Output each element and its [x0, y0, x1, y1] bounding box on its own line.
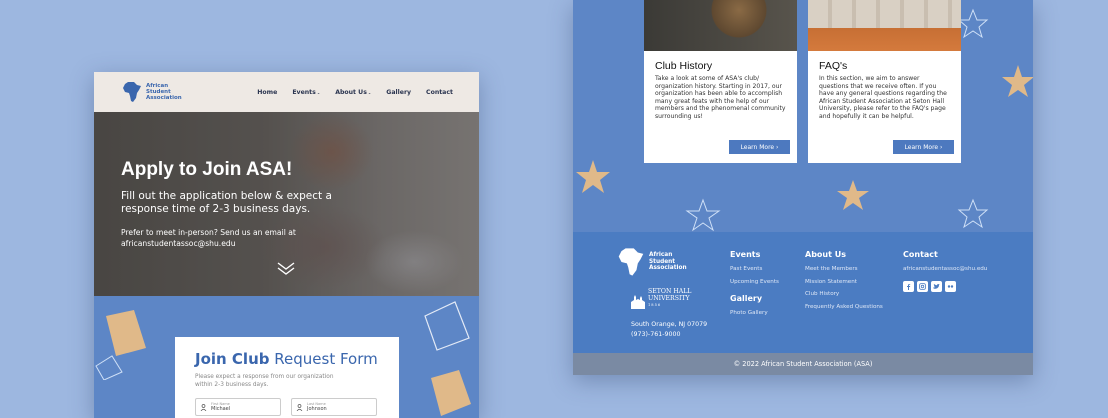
footer-col-events: Events Past Events Upcoming Events Galle…: [730, 250, 779, 320]
nav-home[interactable]: Home: [257, 89, 277, 96]
hero-subtitle: Fill out the application below & expect …: [121, 190, 332, 215]
footer-logo-text: African Student Association: [649, 252, 687, 272]
last-name-field[interactable]: Last Name Johnson: [291, 398, 377, 416]
nav-contact[interactable]: Contact: [426, 89, 453, 96]
building-icon: [631, 294, 645, 309]
logo-text: African Student Association: [146, 83, 182, 101]
footer-col-contact: Contact africanstudentassoc@shu.edu: [903, 250, 987, 292]
double-chevron-down-icon[interactable]: [277, 262, 295, 276]
site-footer: African Student Association SETON HALL U…: [573, 232, 1033, 353]
footer-heading: About Us: [805, 250, 846, 259]
instagram-icon[interactable]: [917, 280, 928, 292]
paper-shape-decoration: [95, 310, 146, 380]
copyright-bar: © 2022 African Student Association (ASA): [573, 353, 1033, 375]
footer-address: South Orange, NJ 07079 (973)-761-9000: [631, 320, 707, 340]
classroom-image: [808, 0, 961, 51]
address-line: South Orange, NJ 07079: [631, 321, 708, 328]
footer-heading: Gallery: [730, 294, 763, 304]
seton-hall-logo: SETON HALL UNIVERSITY 1856: [630, 288, 696, 309]
top-nav: African Student Association Home Events⌄…: [94, 72, 479, 112]
phone-line: (973)-761-9000: [631, 331, 681, 338]
field-value: Michael: [211, 406, 231, 412]
site-logo[interactable]: African Student Association: [122, 81, 186, 103]
club-history-card: Club History Take a look at some of ASA'…: [644, 0, 797, 163]
hero-title: Apply to Join ASA!: [121, 159, 293, 180]
footer-heading: Contact: [903, 250, 938, 259]
card-text: Take a look at some of ASA's club/ organ…: [655, 75, 786, 120]
person-icon: [296, 403, 303, 411]
hero-note: Prefer to meet in-person? Send us an ema…: [121, 228, 296, 248]
nav-links: Home Events⌄ About Us⌄ Gallery Contact: [257, 72, 453, 112]
form-description: Please expect a response from our organi…: [195, 374, 334, 388]
chevron-down-icon: ⌄: [367, 89, 372, 95]
footer-email[interactable]: africanstudentassoc@shu.edu: [903, 263, 987, 276]
footer-link[interactable]: Meet the Members: [805, 263, 883, 276]
twitter-icon[interactable]: [931, 280, 942, 292]
card-title: Club History: [655, 60, 713, 72]
join-request-form: Join Club Request Form Please expect a r…: [175, 337, 399, 418]
home-page-mockup: Club History Take a look at some of ASA'…: [573, 0, 1033, 375]
footer-logo[interactable]: African Student Association: [617, 247, 697, 277]
learn-more-button[interactable]: Learn More ›: [729, 140, 790, 154]
chevron-down-icon: ⌄: [316, 89, 321, 95]
nav-gallery[interactable]: Gallery: [386, 89, 411, 96]
footer-link[interactable]: Mission Statement: [805, 276, 883, 289]
nav-about-us[interactable]: About Us⌄: [335, 89, 371, 96]
social-icons: [903, 280, 987, 292]
star-decorations: [576, 8, 1033, 232]
facebook-icon[interactable]: [903, 280, 914, 292]
card-text: In this section, we aim to answer questi…: [819, 75, 947, 120]
first-name-field[interactable]: First Name Michael: [195, 398, 281, 416]
flickr-icon[interactable]: [945, 280, 956, 292]
form-section: Join Club Request Form Please expect a r…: [94, 296, 479, 418]
footer-heading: Events: [730, 250, 761, 259]
footer-link[interactable]: Frequently Asked Questions: [805, 301, 883, 314]
footer-col-about: About Us Meet the Members Mission Statem…: [805, 250, 883, 313]
university-est: 1856: [648, 303, 662, 308]
africa-map-icon: [123, 82, 141, 102]
paper-shape-decoration: [424, 301, 471, 416]
footer-link[interactable]: Photo Gallery: [730, 307, 779, 320]
form-title: Join Club Request Form: [195, 350, 378, 368]
nav-events[interactable]: Events⌄: [292, 89, 320, 96]
join-page-mockup: African Student Association Home Events⌄…: [94, 72, 479, 418]
field-value: Johnson: [307, 406, 327, 412]
africa-map-icon: [618, 248, 644, 276]
learn-more-button[interactable]: Learn More ›: [893, 140, 954, 154]
footer-link[interactable]: Past Events: [730, 263, 779, 276]
card-title: FAQ's: [819, 60, 848, 72]
footer-link[interactable]: Club History: [805, 288, 883, 301]
faq-card: FAQ's In this section, we aim to answer …: [808, 0, 961, 163]
globe-image: [644, 0, 797, 51]
person-icon: [200, 403, 207, 411]
hero-banner: Apply to Join ASA! Fill out the applicat…: [94, 112, 479, 296]
university-name: SETON HALL UNIVERSITY: [648, 288, 692, 302]
footer-link[interactable]: Upcoming Events: [730, 276, 779, 289]
